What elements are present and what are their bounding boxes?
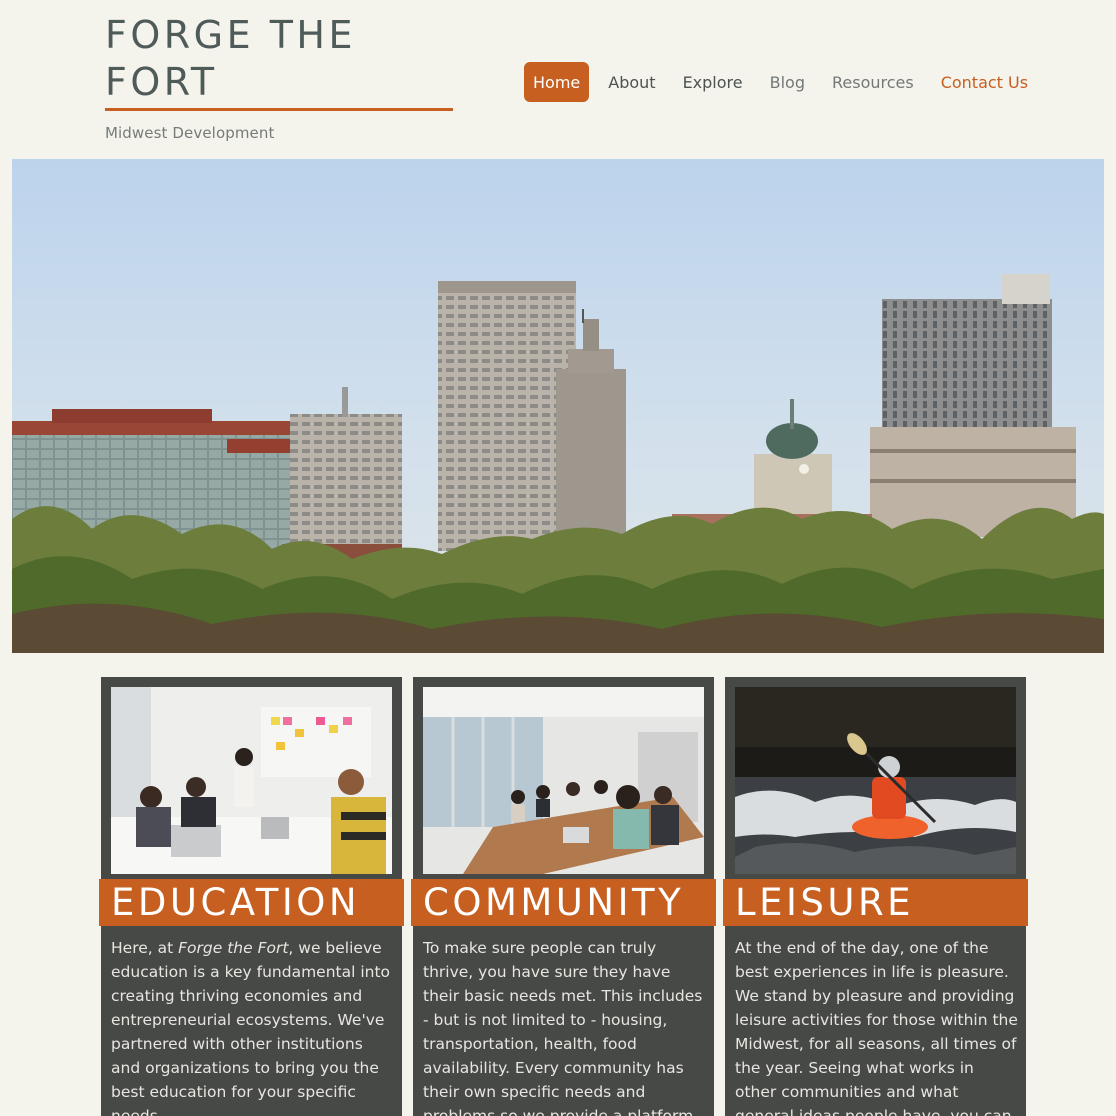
nav-home[interactable]: Home — [524, 62, 590, 102]
nav-about[interactable]: About — [599, 62, 664, 102]
education-photo — [111, 687, 392, 874]
community-photo — [423, 687, 704, 874]
site-title[interactable]: FORGE THE FORT — [105, 12, 453, 106]
site-title-line-2: FORT — [105, 60, 218, 104]
nav-blog[interactable]: Blog — [761, 62, 814, 102]
site-brand[interactable]: FORGE THE FORT Midwest Development — [105, 12, 453, 142]
education-text-part-1: Here, at — [111, 939, 179, 957]
education-description: Here, at Forge the Fort, we believe educ… — [111, 936, 396, 1116]
leisure-card: LEISURE At the end of the day, one of th… — [723, 677, 1028, 1116]
education-card: EDUCATION Here, at Forge the Fort, we be… — [99, 677, 404, 1116]
nav-explore[interactable]: Explore — [674, 62, 752, 102]
site-tagline: Midwest Development — [105, 124, 275, 142]
education-text-emphasis: Forge the Fort — [178, 939, 289, 957]
community-card: COMMUNITY To make sure people can truly … — [411, 677, 716, 1116]
community-heading: COMMUNITY — [411, 879, 716, 926]
education-heading: EDUCATION — [99, 879, 404, 926]
leisure-photo — [735, 687, 1016, 874]
leisure-heading: LEISURE — [723, 879, 1028, 926]
community-description: To make sure people can truly thrive, yo… — [423, 939, 703, 1116]
leisure-description: At the end of the day, one of the best e… — [735, 939, 1018, 1116]
title-underline — [105, 108, 453, 111]
nav-resources[interactable]: Resources — [823, 62, 923, 102]
main-nav: Home About Explore Blog Resources Contac… — [524, 62, 1037, 102]
hero-skyline-image — [12, 159, 1104, 653]
site-title-line-1: FORGE THE — [105, 13, 357, 57]
nav-contact[interactable]: Contact Us — [932, 62, 1037, 102]
education-text-part-2: , we believe education is a key fundamen… — [111, 939, 391, 1116]
